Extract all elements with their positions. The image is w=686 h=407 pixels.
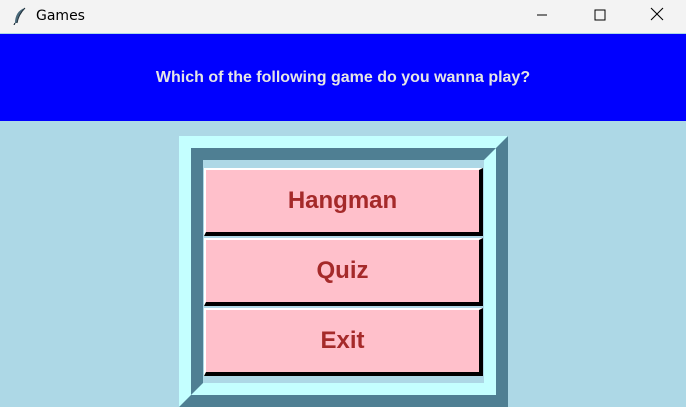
window-title: Games	[36, 8, 85, 24]
quiz-button[interactable]: Quiz	[204, 238, 483, 306]
close-button[interactable]	[628, 0, 686, 33]
minimize-icon	[536, 8, 548, 26]
maximize-button[interactable]	[571, 0, 629, 33]
maximize-icon	[594, 8, 606, 26]
games-window: Games Which of the following game do you…	[0, 0, 686, 407]
feather-icon	[12, 7, 28, 26]
close-icon	[650, 7, 664, 26]
header-banner: Which of the following game do you wanna…	[0, 34, 686, 121]
title-bar[interactable]: Games	[0, 0, 686, 33]
hangman-button[interactable]: Hangman	[204, 168, 483, 236]
question-label: Which of the following game do you wanna…	[155, 69, 531, 86]
minimize-button[interactable]	[513, 0, 571, 33]
exit-button[interactable]: Exit	[204, 308, 483, 376]
